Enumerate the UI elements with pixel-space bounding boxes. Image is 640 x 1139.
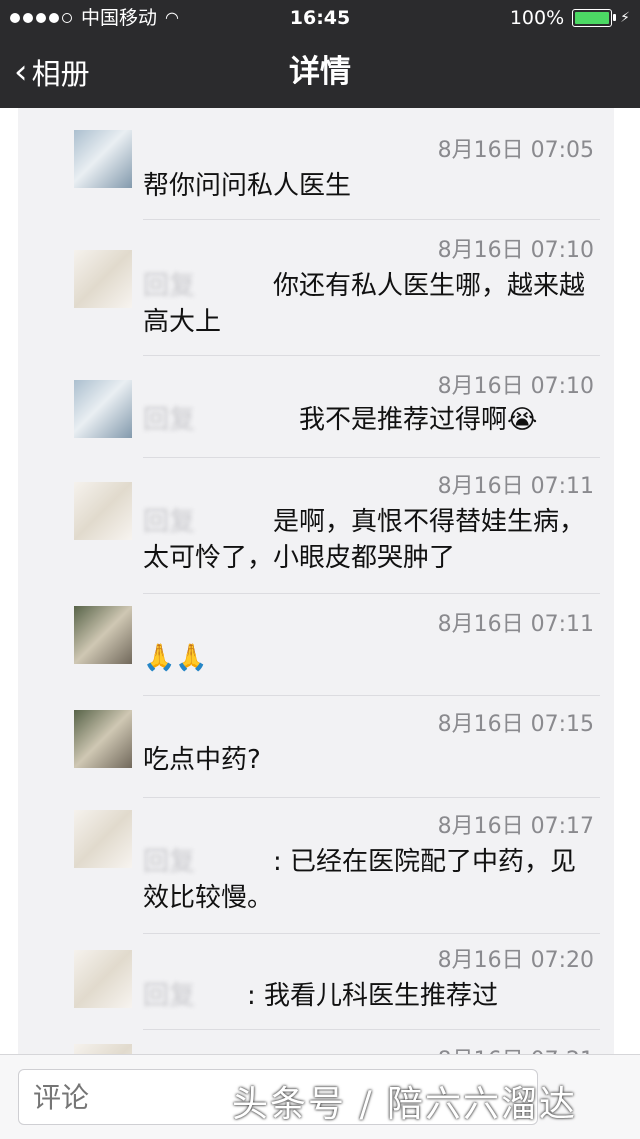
avatar[interactable]: [74, 130, 132, 188]
avatar[interactable]: [74, 950, 132, 1008]
comment-item: 8月16日 07:15 吃点中药?: [18, 696, 614, 796]
charging-icon: ⚡: [620, 10, 630, 26]
navigation-bar: ‹ 相册 详情: [0, 36, 640, 108]
comment-item: 8月16日 07:10 回复 你还有私人医生哪，越来越高大上: [18, 220, 614, 354]
comment-item: 8月16日 07:11 回复 是啊，真恨不得替娃生病，太可怜了，小眼皮都哭肿了: [18, 458, 614, 592]
comment-time: 8月16日 07:15: [437, 712, 594, 737]
comment-text: 🙏🙏: [143, 643, 208, 673]
comment-time: 8月16日 07:11: [437, 612, 594, 637]
comment-time: 8月16日 07:11: [437, 474, 594, 499]
avatar[interactable]: [74, 380, 132, 438]
comment-list[interactable]: 8月16日 07:05 帮你问问私人医生 8月16日 07:10 回复 你还有私…: [18, 108, 614, 1054]
comment-text: 回复 你还有私人医生哪，越来越高大上: [143, 271, 586, 337]
comment-text: 帮你问问私人医生: [143, 171, 352, 201]
comment-text: 回复 : 我看儿科医生推荐过: [143, 981, 499, 1011]
comment-time: 8月16日 07:05: [437, 138, 594, 163]
comment-text: 回复 : 已经在医院配了中药，见效比较慢。: [143, 847, 577, 913]
avatar[interactable]: [74, 250, 132, 308]
status-bar: 中国移动 ◠ 16:45 100% ⚡: [0, 0, 640, 36]
comment-time: 8月16日 07:21: [438, 1042, 594, 1054]
battery-icon: [572, 9, 617, 27]
comment-time: 8月16日 07:10: [437, 374, 594, 399]
comment-item: 8月16日 07:21: [18, 1030, 614, 1054]
comment-text: 吃点中药?: [143, 745, 261, 775]
comment-time: 8月16日 07:20: [437, 948, 594, 973]
comment-item: 8月16日 07:11 🙏🙏: [18, 594, 614, 694]
watermark-text: 头条号 / 陪六六溜达: [232, 1084, 578, 1125]
comment-item: 8月16日 07:10 回复 我不是推荐过得啊😭: [18, 356, 614, 456]
avatar[interactable]: [74, 810, 132, 868]
comment-item: 8月16日 07:17 回复 : 已经在医院配了中药，见效比较慢。: [18, 798, 614, 932]
comment-item: 8月16日 07:05 帮你问问私人医生: [18, 108, 614, 218]
comment-time: 8月16日 07:10: [437, 238, 594, 263]
top-bar: 中国移动 ◠ 16:45 100% ⚡ ‹ 相册 详情: [0, 0, 640, 108]
avatar[interactable]: [74, 1044, 132, 1054]
comment-time: 8月16日 07:17: [437, 814, 594, 839]
comment-item: 8月16日 07:20 回复 : 我看儿科医生推荐过: [18, 934, 614, 1028]
page-title: 详情: [289, 54, 351, 90]
comment-text: 回复 是啊，真恨不得替娃生病，太可怜了，小眼皮都哭肿了: [143, 507, 586, 573]
avatar[interactable]: [74, 606, 132, 664]
battery-indicator: 100% ⚡: [510, 0, 630, 36]
comment-text: 回复 我不是推荐过得啊😭: [143, 405, 538, 435]
avatar[interactable]: [74, 710, 132, 768]
battery-percent: 100%: [509, 7, 565, 29]
avatar[interactable]: [74, 482, 132, 540]
comment-bar: 头条号 / 陪六六溜达: [0, 1054, 640, 1139]
